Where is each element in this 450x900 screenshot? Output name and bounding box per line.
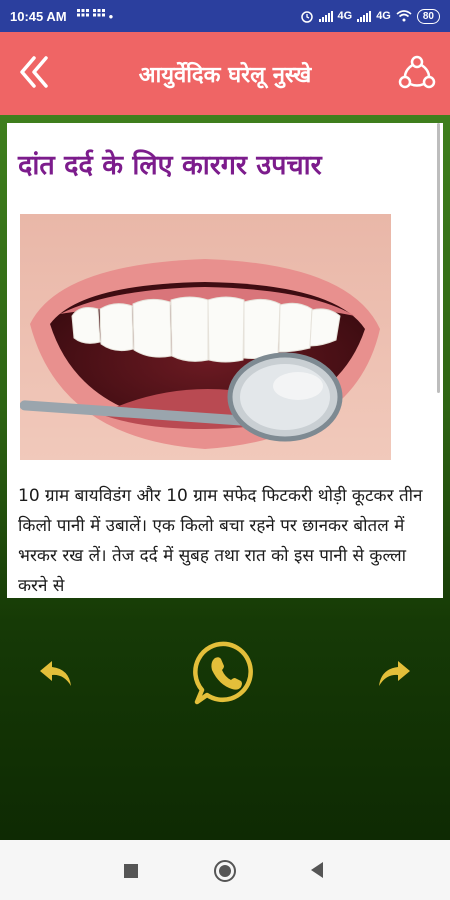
double-chevron-left-icon[interactable] bbox=[14, 52, 54, 92]
alarm-icon bbox=[300, 11, 313, 23]
forward-arrow-right-icon[interactable] bbox=[376, 655, 412, 691]
network-1-label: 4G bbox=[337, 10, 353, 22]
grid-icon-2 bbox=[92, 8, 105, 16]
status-bar: 10:45 AM • 4G 4G 80 bbox=[0, 0, 450, 32]
signal-1-icon bbox=[318, 10, 333, 22]
battery-indicator: 80 bbox=[416, 8, 440, 24]
article-card[interactable]: दांत दर्द के लिए कारगर उपचार 10 ग्राम बा… bbox=[7, 123, 443, 598]
reply-arrow-left-icon[interactable] bbox=[38, 655, 74, 691]
system-nav-bar bbox=[0, 840, 450, 900]
share-icon[interactable] bbox=[398, 54, 436, 92]
recents-square-icon[interactable] bbox=[124, 864, 138, 878]
status-time: 10:45 AM bbox=[10, 8, 67, 24]
article-title: दांत दर्द के लिए कारगर उपचार bbox=[18, 150, 322, 181]
scrollbar[interactable] bbox=[437, 123, 440, 393]
grid-icon bbox=[76, 8, 89, 16]
more-dots-icon: • bbox=[108, 8, 114, 24]
header-title: आयुर्वेदिक घरेलू नुस्खे bbox=[138, 62, 312, 88]
back-triangle-icon[interactable] bbox=[311, 862, 323, 878]
status-right: 4G 4G 80 bbox=[300, 8, 440, 24]
notification-icons: • bbox=[76, 8, 114, 24]
dental-mirror-teeth-photo bbox=[20, 214, 391, 460]
network-2-label: 4G bbox=[376, 10, 391, 22]
whatsapp-icon[interactable] bbox=[193, 640, 259, 706]
signal-2-icon bbox=[357, 10, 372, 22]
article-body: 10 ग्राम बायविडंग और 10 ग्राम सफेद फिटकर… bbox=[18, 486, 423, 596]
wifi-icon bbox=[396, 10, 412, 22]
app-header: आयुर्वेदिक घरेलू नुस्खे bbox=[0, 32, 450, 115]
home-circle-icon[interactable] bbox=[214, 860, 236, 882]
